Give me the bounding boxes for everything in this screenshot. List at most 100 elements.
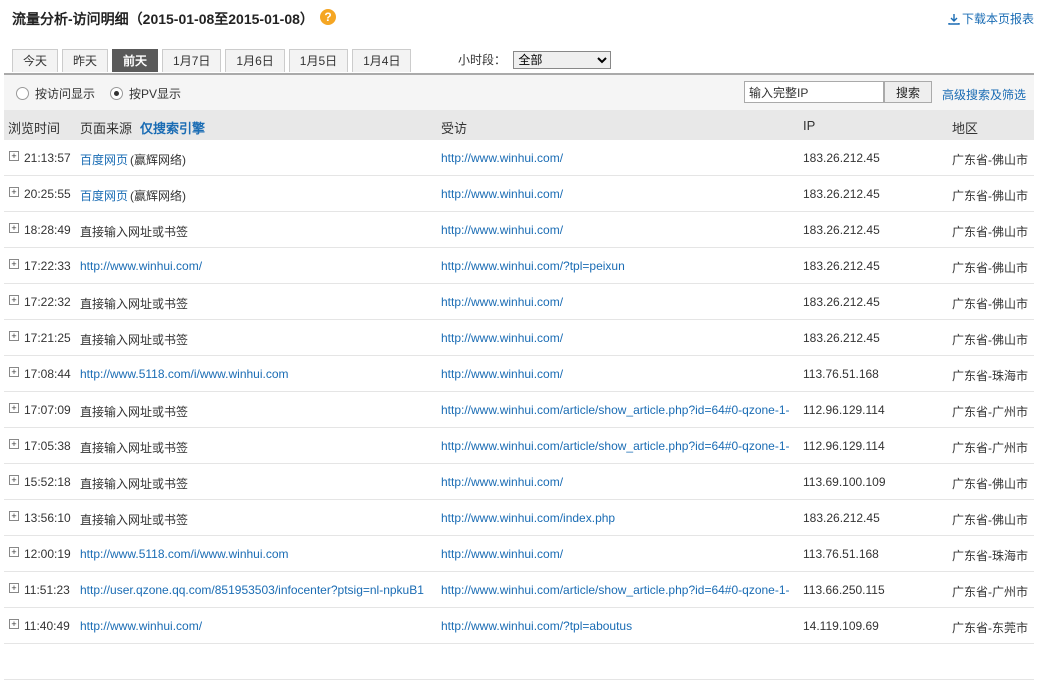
- expand-row-icon[interactable]: +: [9, 403, 19, 413]
- source-text: 直接输入网址或书签: [80, 297, 189, 311]
- source-link[interactable]: 百度网页: [80, 189, 128, 203]
- hour-period-filter: 小时段： 全部: [458, 51, 612, 69]
- expand-row-icon[interactable]: +: [9, 223, 19, 233]
- col-header-time: 浏览时间: [8, 121, 61, 136]
- tab-day-before-yesterday[interactable]: 前天: [112, 49, 159, 72]
- table-row: +17:08:44 http://www.5118.com/i/www.winhu…: [4, 356, 1034, 392]
- expand-row-icon[interactable]: +: [9, 367, 19, 377]
- cell-ip: 113.76.51.168: [803, 547, 879, 561]
- tab-jan-7[interactable]: 1月7日: [162, 49, 222, 72]
- search-engine-only-filter[interactable]: 仅搜索引擎: [140, 118, 205, 137]
- visited-page-link[interactable]: http://www.winhui.com/article/show_artic…: [441, 439, 796, 453]
- visited-page-link[interactable]: http://www.winhui.com/index.php: [441, 511, 796, 525]
- expand-row-icon[interactable]: +: [9, 475, 19, 485]
- radio-by-pv-label: 按PV显示: [129, 87, 182, 101]
- table-row: +11:51:23 http://user.qzone.qq.com/851953…: [4, 572, 1034, 608]
- radio-by-visit[interactable]: 按访问显示: [16, 85, 95, 102]
- source-link[interactable]: http://www.winhui.com/: [80, 259, 202, 273]
- expand-row-icon[interactable]: +: [9, 583, 19, 593]
- hour-period-label: 小时段：: [458, 53, 507, 67]
- visited-page-link[interactable]: http://www.winhui.com/: [441, 187, 796, 201]
- table-row: +13:56:10 直接输入网址或书签 http://www.winhui.com/…: [4, 500, 1034, 536]
- table-row: +17:07:09 直接输入网址或书签 http://www.winhui.com/…: [4, 392, 1034, 428]
- col-header-page: 受访: [441, 121, 468, 136]
- cell-source: 直接输入网址或书签: [80, 439, 430, 456]
- source-link[interactable]: 百度网页: [80, 153, 128, 167]
- expand-row-icon[interactable]: +: [9, 547, 19, 557]
- expand-row-icon[interactable]: +: [9, 331, 19, 341]
- expand-row-icon[interactable]: +: [9, 511, 19, 521]
- expand-row-icon[interactable]: +: [9, 619, 19, 629]
- download-report-link[interactable]: 下载本页报表: [948, 10, 1034, 27]
- ip-search-input[interactable]: [744, 81, 884, 103]
- tab-jan-4[interactable]: 1月4日: [352, 49, 412, 72]
- col-header-area: 地区: [952, 121, 979, 136]
- cell-time: 15:52:18: [24, 475, 71, 489]
- search-button[interactable]: 搜索: [884, 81, 932, 103]
- visited-page-link[interactable]: http://www.winhui.com/: [441, 475, 796, 489]
- source-link[interactable]: http://www.5118.com/i/www.winhui.com: [80, 367, 289, 381]
- radio-by-pv-dot[interactable]: [110, 87, 123, 100]
- source-link[interactable]: http://user.qzone.qq.com/851953503/infoc…: [80, 583, 424, 597]
- help-icon[interactable]: ?: [320, 9, 336, 25]
- visited-page-link[interactable]: http://www.winhui.com/?tpl=aboutus: [441, 619, 796, 633]
- cell-ip: 112.96.129.114: [803, 439, 885, 453]
- visited-page-link[interactable]: http://www.winhui.com/: [441, 331, 796, 345]
- cell-area: 广东省-佛山市: [952, 477, 1028, 491]
- cell-source: http://www.winhui.com/: [80, 619, 430, 633]
- visited-page-link[interactable]: http://www.winhui.com/?tpl=peixun: [441, 259, 796, 273]
- source-text: 直接输入网址或书签: [80, 405, 189, 419]
- expand-row-icon[interactable]: +: [9, 187, 19, 197]
- expand-row-icon[interactable]: +: [9, 259, 19, 269]
- cell-ip: 183.26.212.45: [803, 511, 880, 525]
- radio-by-pv[interactable]: 按PV显示: [110, 85, 181, 102]
- cell-source: http://www.5118.com/i/www.winhui.com: [80, 547, 430, 561]
- tab-jan-6[interactable]: 1月6日: [225, 49, 285, 72]
- source-text: 直接输入网址或书签: [80, 225, 189, 239]
- radio-by-visit-label: 按访问显示: [35, 87, 96, 101]
- visited-page-link[interactable]: http://www.winhui.com/article/show_artic…: [441, 583, 796, 597]
- radio-by-visit-dot[interactable]: [16, 87, 29, 100]
- visited-page-link[interactable]: http://www.winhui.com/: [441, 295, 796, 309]
- source-link[interactable]: http://www.winhui.com/: [80, 619, 202, 633]
- cell-source: 直接输入网址或书签: [80, 475, 430, 492]
- cell-time: 21:13:57: [24, 151, 71, 165]
- cell-area: 广东省-佛山市: [952, 225, 1028, 239]
- cell-time: 18:28:49: [24, 223, 71, 237]
- visited-page-link[interactable]: http://www.winhui.com/: [441, 367, 796, 381]
- tab-today[interactable]: 今天: [12, 49, 59, 72]
- cell-area: 广东省-珠海市: [952, 369, 1028, 383]
- date-tabs: 今天 昨天 前天 1月7日 1月6日 1月5日 1月4日: [12, 49, 415, 73]
- cell-ip: 14.119.109.69: [803, 619, 879, 633]
- cell-ip: 113.66.250.115: [803, 583, 885, 597]
- expand-row-icon[interactable]: +: [9, 295, 19, 305]
- tab-yesterday[interactable]: 昨天: [62, 49, 109, 72]
- cell-time: 11:51:23: [24, 583, 70, 597]
- table-row: +: [4, 644, 1034, 680]
- toolbar: 按访问显示 按PV显示 搜索 高级搜索及筛选: [4, 73, 1034, 112]
- table-row: +18:28:49 直接输入网址或书签 http://www.winhui.com/…: [4, 212, 1034, 248]
- table-row: +20:25:55 百度网页 (赢辉网络) http://www.winhui.com…: [4, 176, 1034, 212]
- cell-source: 直接输入网址或书签: [80, 223, 430, 240]
- source-link[interactable]: http://www.5118.com/i/www.winhui.com: [80, 547, 289, 561]
- cell-time: 17:08:44: [24, 367, 71, 381]
- advanced-search-link[interactable]: 高级搜索及筛选: [942, 86, 1026, 103]
- table-row: +21:13:57 百度网页 (赢辉网络) http://www.winhui.com…: [4, 140, 1034, 176]
- cell-area: 广东省-东莞市: [952, 621, 1028, 635]
- cell-source: 直接输入网址或书签: [80, 295, 430, 312]
- tab-jan-5[interactable]: 1月5日: [288, 49, 349, 72]
- visited-page-link[interactable]: http://www.winhui.com/article/show_artic…: [441, 403, 796, 417]
- table-row: +17:22:32 直接输入网址或书签 http://www.winhui.com/…: [4, 284, 1034, 320]
- cell-area: 广东省-佛山市: [952, 189, 1028, 203]
- hour-period-select[interactable]: 全部: [513, 51, 612, 69]
- expand-row-icon[interactable]: +: [9, 151, 19, 161]
- cell-ip: 183.26.212.45: [803, 223, 880, 237]
- visited-page-link[interactable]: http://www.winhui.com/: [441, 151, 796, 165]
- visited-page-link[interactable]: http://www.winhui.com/: [441, 547, 796, 561]
- cell-area: 广东省-广州市: [952, 405, 1028, 419]
- table-row: +17:22:33 http://www.winhui.com/http://ww…: [4, 248, 1034, 284]
- visited-page-link[interactable]: http://www.winhui.com/: [441, 223, 796, 237]
- expand-row-icon[interactable]: +: [9, 439, 19, 449]
- cell-ip: 113.76.51.168: [803, 367, 879, 381]
- download-label: 下载本页报表: [961, 12, 1034, 26]
